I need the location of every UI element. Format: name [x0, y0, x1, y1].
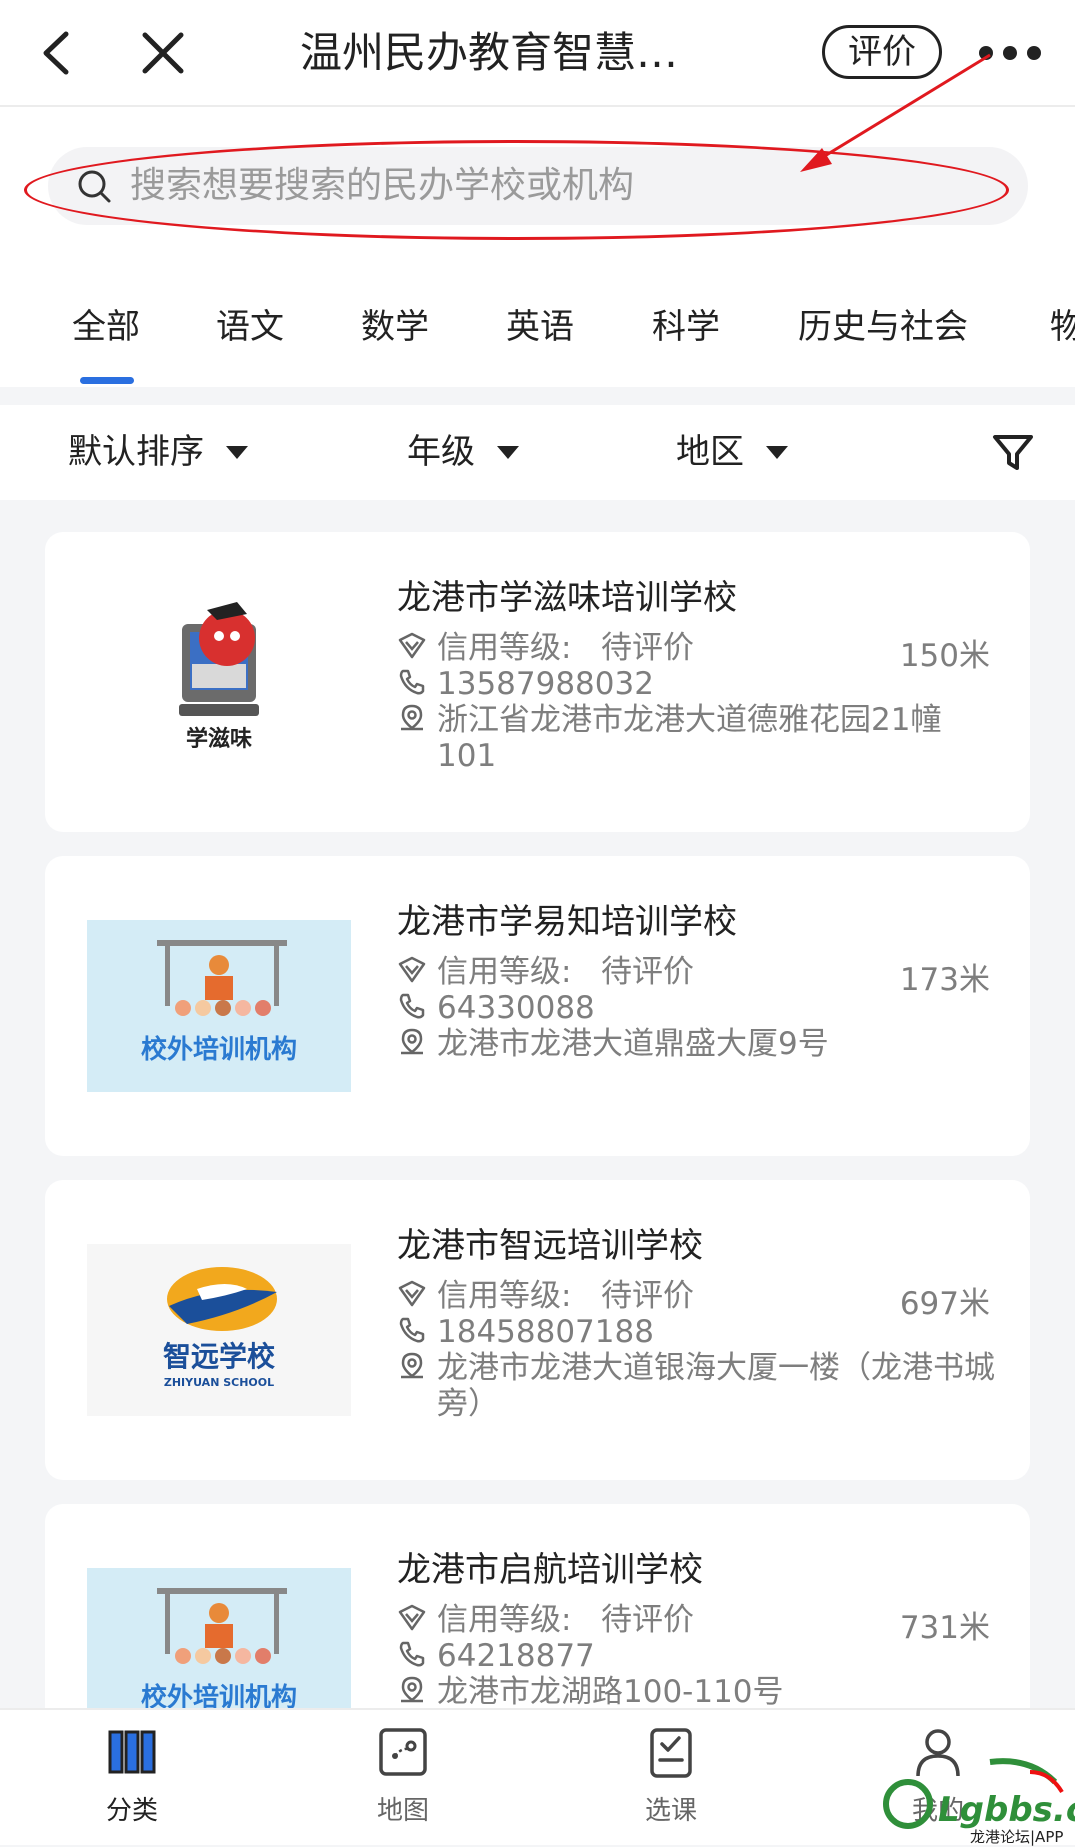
address: 龙港市龙港大道鼎盛大厦9号 [437, 1026, 829, 1062]
tab-history-society[interactable]: 历史与社会 [798, 267, 968, 387]
nav-label: 选课 [644, 1796, 697, 1826]
phone-number: 13587988032 [437, 666, 654, 702]
nav-label: 地图 [376, 1796, 429, 1826]
credit-label: 信用等级: [437, 630, 572, 666]
search-icon [78, 170, 111, 203]
bottom-navigation: 分类 地图 选课 我的 [0, 1708, 1075, 1845]
phone-icon [399, 993, 425, 1019]
more-dots-icon [974, 46, 1046, 60]
logo-text: 智远学校 [163, 1340, 276, 1373]
funnel-icon[interactable] [990, 430, 1036, 476]
school-logo: 学滋味 [179, 602, 259, 752]
credit-shield-icon [398, 956, 426, 983]
region-dropdown[interactable]: 地区 [676, 405, 788, 500]
sort-label: 默认排序 [68, 432, 204, 472]
search-section: 搜索想要搜索的民办学校或机构 [0, 107, 1075, 267]
credit-value: 待评价 [601, 630, 695, 666]
filter-bar: 默认排序 年级 地区 [0, 405, 1075, 500]
phone-row: 18458807188 [397, 1314, 997, 1350]
close-button[interactable] [132, 22, 194, 84]
search-input[interactable]: 搜索想要搜索的民办学校或机构 [48, 147, 1028, 225]
top-bar: 温州民办教育智慧… 评价 [0, 0, 1075, 105]
grade-dropdown[interactable]: 年级 [407, 405, 519, 500]
address-row: 浙江省龙港市龙港大道德雅花园21幢101 [397, 702, 997, 774]
address-row: 龙港市龙港大道鼎盛大厦9号 [397, 1026, 997, 1062]
more-button[interactable] [970, 22, 1050, 84]
school-card[interactable]: 学滋味 龙港市学滋味培训学校 信用等级: 待评价 150米 1358798803… [45, 532, 1030, 832]
phone-row: 64218877 [397, 1638, 997, 1674]
active-tab-indicator [80, 377, 134, 384]
school-name: 龙港市启航培训学校 [397, 1550, 703, 1590]
logo-text: 学滋味 [186, 726, 252, 752]
caret-down-icon [766, 446, 788, 459]
credit-value: 待评价 [601, 954, 695, 990]
tab-chinese[interactable]: 语文 [216, 267, 284, 387]
location-pin-icon [401, 704, 423, 731]
credit-shield-icon [398, 1280, 426, 1307]
user-icon [916, 1729, 960, 1777]
school-card[interactable]: 智远学校 ZHIYUAN SCHOOL 龙港市智远培训学校 信用等级: 待评价 … [45, 1180, 1030, 1480]
school-logo: 智远学校 ZHIYUAN SCHOOL [87, 1244, 351, 1416]
school-card[interactable]: 校外培训机构 龙港市启航培训学校 信用等级: 待评价 731米 64218877… [45, 1504, 1030, 1734]
school-name: 龙港市智远培训学校 [397, 1226, 703, 1266]
credit-label: 信用等级: [437, 1602, 572, 1638]
logo-subtext: ZHIYUAN SCHOOL [164, 1376, 274, 1389]
phone-number: 64218877 [437, 1638, 595, 1674]
watermark-text: Lgbbs.cn [938, 1790, 1075, 1830]
phone-number: 64330088 [437, 990, 595, 1026]
page-title: 温州民办教育智慧… [300, 28, 679, 77]
tab-math[interactable]: 数学 [361, 267, 429, 387]
credit-label: 信用等级: [437, 1278, 572, 1314]
credit-value: 待评价 [601, 1278, 695, 1314]
back-button[interactable] [25, 22, 87, 84]
subject-tabs: 全部 语文 数学 英语 科学 历史与社会 物 [0, 267, 1075, 387]
credit-value: 待评价 [601, 1602, 695, 1638]
close-icon [142, 32, 184, 74]
credit-shield-icon [398, 1604, 426, 1631]
category-icon [108, 1730, 156, 1774]
phone-row: 64330088 [397, 990, 997, 1026]
watermark-subtext: 龙港论坛|APP [970, 1828, 1064, 1846]
search-placeholder: 搜索想要搜索的民办学校或机构 [130, 165, 635, 206]
credit-label: 信用等级: [437, 954, 572, 990]
tab-all[interactable]: 全部 [72, 267, 140, 387]
address: 浙江省龙港市龙港大道德雅花园21幢101 [437, 702, 942, 774]
nav-category[interactable]: 分类 [62, 1710, 202, 1847]
location-pin-icon [401, 1352, 423, 1379]
clipboard-check-icon [650, 1728, 692, 1778]
address: 龙港市龙港大道银海大厦一楼（龙港书城旁） [437, 1350, 995, 1422]
logo-text: 校外培训机构 [141, 1034, 297, 1065]
tab-science[interactable]: 科学 [652, 267, 720, 387]
location-pin-icon [401, 1028, 423, 1055]
address-row: 龙港市龙港大道银海大厦一楼（龙港书城旁） [397, 1350, 997, 1422]
nav-map[interactable]: 地图 [333, 1710, 473, 1847]
credit-shield-icon [398, 632, 426, 659]
sort-dropdown[interactable]: 默认排序 [68, 405, 248, 500]
phone-icon [399, 669, 425, 695]
phone-number: 18458807188 [437, 1314, 654, 1350]
nav-label: 分类 [105, 1796, 158, 1826]
school-logo: 校外培训机构 [87, 920, 351, 1092]
grade-label: 年级 [407, 432, 475, 472]
region-label: 地区 [676, 432, 744, 472]
caret-down-icon [497, 446, 519, 459]
school-card[interactable]: 校外培训机构 龙港市学易知培训学校 信用等级: 待评价 173米 6433008… [45, 856, 1030, 1156]
phone-icon [399, 1317, 425, 1343]
school-name: 龙港市学易知培训学校 [397, 902, 737, 942]
map-icon [379, 1728, 427, 1776]
nav-courses[interactable]: 选课 [601, 1710, 741, 1847]
address: 龙港市龙湖路100-110号 [437, 1674, 784, 1710]
rate-button[interactable]: 评价 [822, 25, 942, 79]
school-name: 龙港市学滋味培训学校 [397, 578, 737, 618]
caret-down-icon [226, 446, 248, 459]
chevron-left-icon [43, 31, 69, 75]
tab-physics[interactable]: 物 [1050, 267, 1075, 387]
phone-row: 13587988032 [397, 666, 997, 702]
phone-icon [399, 1641, 425, 1667]
tab-english[interactable]: 英语 [506, 267, 574, 387]
location-pin-icon [401, 1676, 423, 1703]
address-row: 龙港市龙湖路100-110号 [397, 1674, 997, 1710]
